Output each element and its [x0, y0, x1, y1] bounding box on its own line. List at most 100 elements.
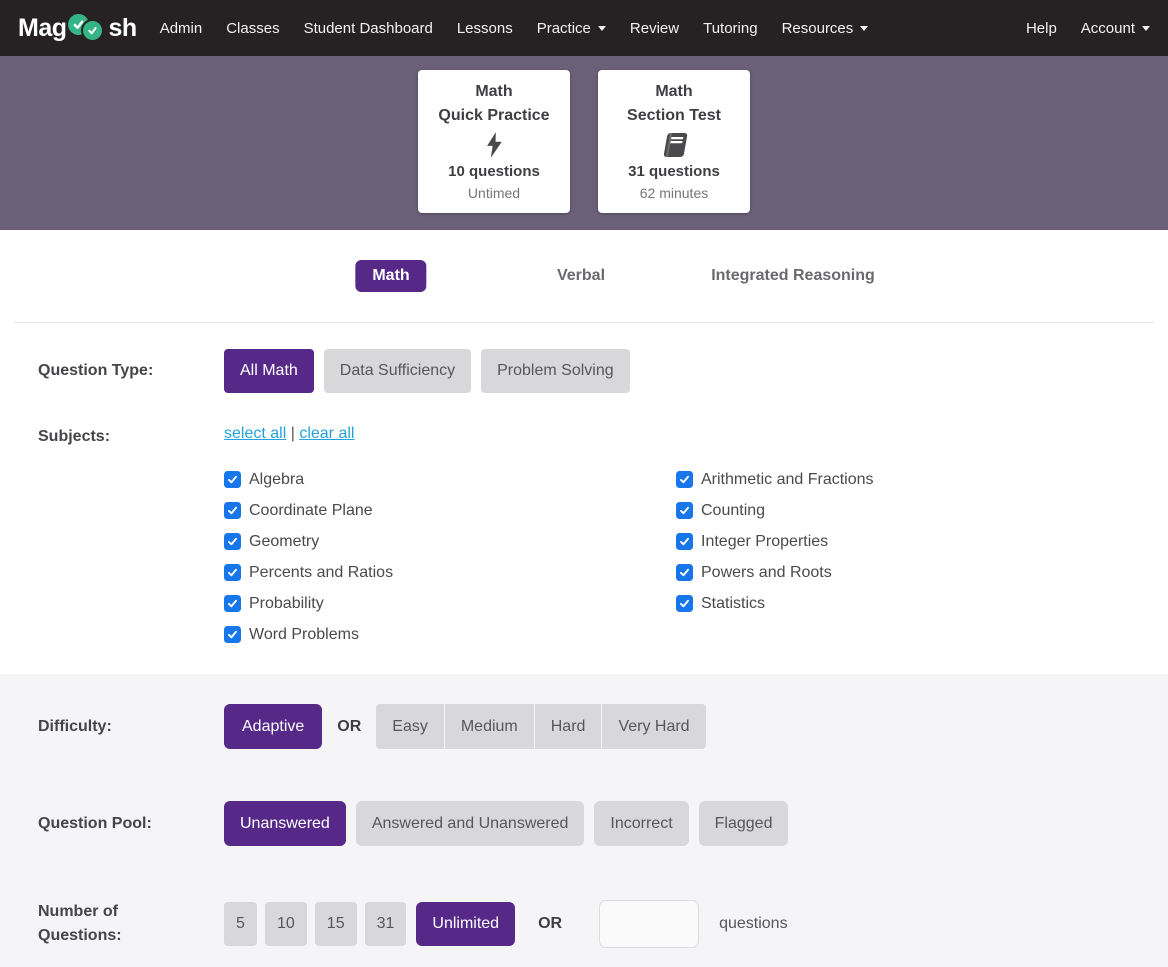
logo-text-suffix: sh: [109, 14, 137, 43]
spacer: [0, 650, 1168, 674]
subject-checkbox-algebra[interactable]: Algebra: [224, 464, 676, 495]
nav-item-lessons[interactable]: Lessons: [457, 20, 513, 37]
subject-checkbox-percents-and-ratios[interactable]: Percents and Ratios: [224, 557, 676, 588]
subject-checkbox-arithmetic-and-fractions[interactable]: Arithmetic and Fractions: [676, 464, 874, 495]
practice-settings-secondary: Difficulty: Adaptive OR Easy Medium Hard…: [0, 674, 1168, 967]
nav-item-tutoring[interactable]: Tutoring: [703, 20, 757, 37]
subject-label: Arithmetic and Fractions: [701, 471, 874, 489]
custom-question-count-input[interactable]: [599, 900, 699, 948]
pool-unanswered-button[interactable]: Unanswered: [224, 801, 346, 846]
or-label: OR: [538, 915, 562, 933]
nav-item-label: Classes: [226, 20, 279, 37]
hero-banner: Math Quick Practice 10 questions Untimed…: [0, 56, 1168, 230]
nav-item-review[interactable]: Review: [630, 20, 679, 37]
checked-checkbox-icon: [224, 626, 241, 643]
nav-item-label: Student Dashboard: [304, 20, 433, 37]
nav-item-resources[interactable]: Resources: [782, 20, 869, 37]
subject-label: Word Problems: [249, 626, 359, 644]
subject-checkbox-powers-and-roots[interactable]: Powers and Roots: [676, 557, 874, 588]
subject-checkbox-counting[interactable]: Counting: [676, 495, 874, 526]
nav-menu-right: Help Account: [1026, 20, 1150, 37]
difficulty-hard-button[interactable]: Hard: [535, 704, 602, 749]
spacer: [0, 749, 1168, 801]
checked-checkbox-icon: [676, 564, 693, 581]
question-type-data-sufficiency-button[interactable]: Data Sufficiency: [324, 349, 471, 393]
count-5-button[interactable]: 5: [224, 902, 257, 946]
checked-checkbox-icon: [224, 595, 241, 612]
pool-answered-and-unanswered-button[interactable]: Answered and Unanswered: [356, 801, 585, 846]
card-title-line1: Math: [418, 80, 570, 104]
tab-integrated-reasoning[interactable]: Integrated Reasoning: [711, 267, 875, 285]
count-10-button[interactable]: 10: [265, 902, 307, 946]
difficulty-level-group: Easy Medium Hard Very Hard: [376, 704, 705, 749]
pool-incorrect-button[interactable]: Incorrect: [594, 801, 688, 846]
checked-checkbox-icon: [224, 564, 241, 581]
quick-practice-card[interactable]: Math Quick Practice 10 questions Untimed: [418, 70, 570, 213]
section-test-card[interactable]: Math Section Test 31 questions 62 minute…: [598, 70, 750, 213]
subjects-columns: Algebra Coordinate Plane Geometry Percen…: [224, 464, 874, 650]
card-time-info: 62 minutes: [598, 185, 750, 201]
logo-check-circles: [68, 13, 108, 43]
difficulty-very-hard-button[interactable]: Very Hard: [602, 704, 705, 749]
difficulty-row: Difficulty: Adaptive OR Easy Medium Hard…: [0, 704, 1168, 749]
nav-item-label: Practice: [537, 20, 591, 37]
question-pool-label: Question Pool:: [0, 812, 224, 836]
logo-check-icon: [83, 21, 102, 40]
clear-all-link[interactable]: clear all: [299, 425, 354, 442]
section-tabs: Math Verbal Integrated Reasoning: [0, 230, 1168, 322]
subject-checkbox-coordinate-plane[interactable]: Coordinate Plane: [224, 495, 676, 526]
or-label: OR: [337, 718, 361, 736]
caret-down-icon: [860, 26, 868, 31]
subject-checkbox-integer-properties[interactable]: Integer Properties: [676, 526, 874, 557]
difficulty-medium-button[interactable]: Medium: [445, 704, 534, 749]
checked-checkbox-icon: [676, 595, 693, 612]
nav-item-classes[interactable]: Classes: [226, 20, 279, 37]
subject-checkbox-statistics[interactable]: Statistics: [676, 588, 874, 619]
pool-flagged-button[interactable]: Flagged: [699, 801, 789, 846]
subject-checkbox-geometry[interactable]: Geometry: [224, 526, 676, 557]
subject-label: Geometry: [249, 533, 319, 551]
nav-item-student-dashboard[interactable]: Student Dashboard: [304, 20, 433, 37]
subjects-label: Subjects:: [0, 425, 224, 449]
subject-label: Counting: [701, 502, 765, 520]
tab-math[interactable]: Math: [355, 260, 426, 292]
checked-checkbox-icon: [676, 533, 693, 550]
card-title-line1: Math: [598, 80, 750, 104]
count-31-button[interactable]: 31: [365, 902, 407, 946]
nav-item-account[interactable]: Account: [1081, 20, 1150, 37]
magoosh-logo[interactable]: Mag sh: [18, 13, 137, 43]
subject-checkbox-probability[interactable]: Probability: [224, 588, 676, 619]
nav-item-label: Review: [630, 20, 679, 37]
checked-checkbox-icon: [224, 533, 241, 550]
nav-item-practice[interactable]: Practice: [537, 20, 606, 37]
questions-suffix-label: questions: [719, 915, 788, 933]
book-icon: [598, 129, 750, 161]
tab-verbal[interactable]: Verbal: [557, 267, 605, 285]
checked-checkbox-icon: [676, 502, 693, 519]
question-type-label: Question Type:: [0, 359, 224, 383]
question-pool-options: Unanswered Answered and Unanswered Incor…: [224, 801, 788, 846]
subject-checkbox-word-problems[interactable]: Word Problems: [224, 619, 676, 650]
nav-item-help[interactable]: Help: [1026, 20, 1057, 37]
lightning-icon: [418, 129, 570, 161]
nav-menu: Admin Classes Student Dashboard Lessons …: [160, 20, 869, 37]
nav-item-label: Account: [1081, 20, 1135, 37]
nav-item-admin[interactable]: Admin: [160, 20, 203, 37]
checked-checkbox-icon: [676, 471, 693, 488]
nav-item-label: Resources: [782, 20, 854, 37]
number-of-questions-row: Number of Questions: 5 10 15 31 Unlimite…: [0, 900, 1168, 948]
difficulty-adaptive-button[interactable]: Adaptive: [224, 704, 322, 749]
subject-label: Powers and Roots: [701, 564, 832, 582]
question-type-options: All Math Data Sufficiency Problem Solvin…: [224, 349, 630, 393]
select-all-link[interactable]: select all: [224, 425, 286, 442]
label-line2: Questions:: [38, 924, 224, 948]
count-unlimited-button[interactable]: Unlimited: [416, 902, 515, 946]
card-question-count: 31 questions: [598, 163, 750, 180]
difficulty-easy-button[interactable]: Easy: [376, 704, 444, 749]
count-15-button[interactable]: 15: [315, 902, 357, 946]
top-navbar: Mag sh Admin Classes Student Dashboard L…: [0, 0, 1168, 56]
question-type-all-math-button[interactable]: All Math: [224, 349, 314, 393]
question-type-problem-solving-button[interactable]: Problem Solving: [481, 349, 630, 393]
subject-label: Percents and Ratios: [249, 564, 393, 582]
difficulty-label: Difficulty:: [0, 715, 224, 739]
